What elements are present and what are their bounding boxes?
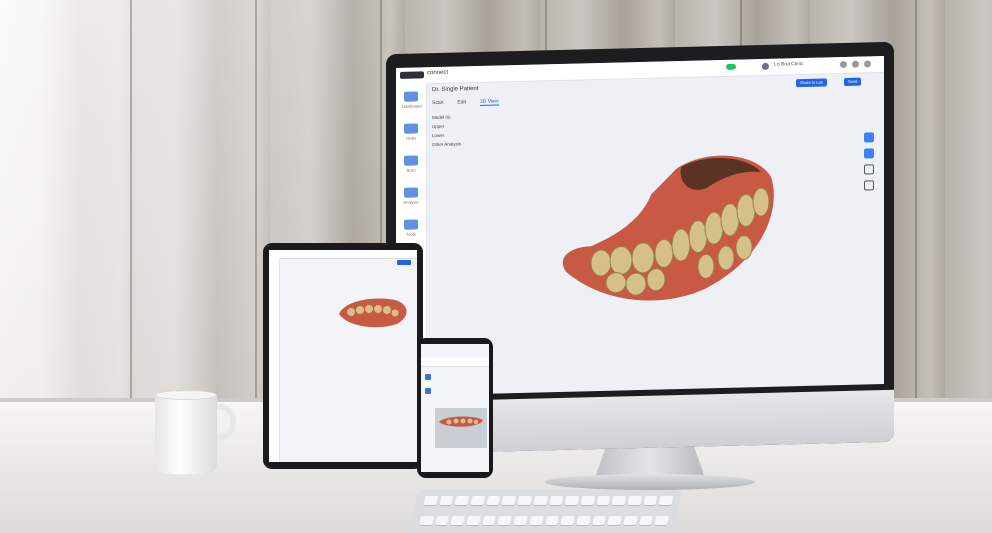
view-toolbar [864,132,874,196]
analysis-icon [404,187,418,198]
tablet-screen [269,250,417,462]
minimize-icon[interactable] [840,60,847,69]
tablet-send-button[interactable] [397,260,411,265]
tab-scan[interactable]: Scan [432,100,443,107]
tree-item[interactable]: Other Analysis [432,141,461,151]
sidebar-item-scan[interactable]: Scan [402,155,420,173]
dental-3d-model[interactable] [556,146,786,312]
phone-dental-model[interactable] [437,414,485,430]
sidebar-item-tools[interactable]: Tools [402,219,420,237]
sidebar-item-dashboard[interactable]: Dashboard [402,91,422,109]
share-to-lab-button[interactable]: Share to Lab [796,78,827,88]
scene: connect Lo Boa Clinic Dashboard Order Sc… [0,0,992,533]
coffee-mug [155,394,217,474]
view-front-icon[interactable] [864,132,874,143]
phone-nav-icon[interactable] [425,374,431,380]
mug-rim [155,390,217,400]
connection-toggle[interactable] [726,63,736,70]
phone-nav-icon[interactable] [425,388,431,394]
order-icon [404,123,418,134]
plank-seam [255,0,257,410]
close-icon[interactable] [864,60,871,68]
user-label: Lo Boa Clinic [774,61,804,68]
dashboard-icon [404,91,418,102]
keyboard [409,490,683,533]
view-side-icon[interactable] [864,148,874,159]
tablet-sidebar [269,258,280,462]
app-name: connect [427,69,449,77]
keyboard-keys [417,496,674,533]
tools-icon [404,219,418,230]
patient-name: Dr. Single Patient [432,85,479,94]
plank-seam [130,0,132,410]
maximize-icon[interactable] [852,60,859,68]
scan-icon [404,155,418,166]
monitor-stand-base [545,474,755,490]
view-tabs: Scan Edit 3D View [432,98,499,107]
tablet-titlebar [269,250,417,259]
avatar[interactable] [762,62,769,71]
phone-screen [421,344,489,472]
tablet [263,243,423,469]
phone-titlebar [421,358,489,367]
tablet-dental-model[interactable] [335,294,413,330]
tab-edit[interactable]: Edit [457,99,466,106]
smartphone [417,338,493,478]
sidebar-item-order[interactable]: Order [402,123,420,141]
send-button[interactable]: Send [844,77,862,87]
tab-3d-view[interactable]: 3D View [480,98,499,106]
fit-view-icon[interactable] [864,164,874,175]
plank-seam [915,0,917,410]
measure-icon[interactable] [864,180,874,191]
model-tree: Model 00 Upper Lower Other Analysis [432,114,461,151]
sidebar-item-analysis[interactable]: Analysis [402,187,420,205]
app-logo [400,71,424,79]
